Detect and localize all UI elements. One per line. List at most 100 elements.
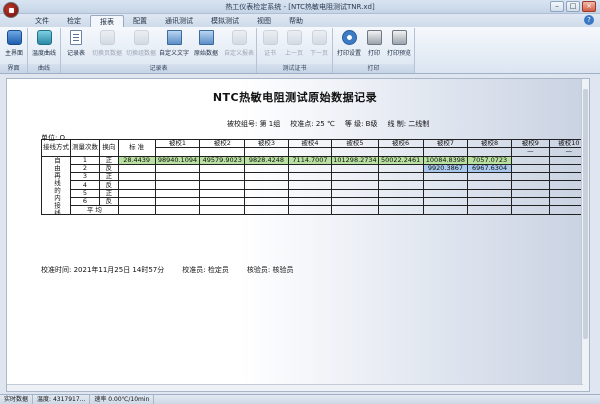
cell-value[interactable] — [199, 163, 246, 174]
cell-value[interactable]: 6967.6304 — [467, 163, 512, 174]
cell-value[interactable] — [331, 180, 379, 190]
menu-calibrate[interactable]: 检定 — [58, 15, 90, 27]
cell-value[interactable] — [154, 180, 201, 190]
cell-value[interactable] — [331, 172, 379, 182]
cell-value[interactable] — [331, 197, 379, 207]
wiring-label: 自由再线的内接线 — [41, 155, 71, 215]
cell-value[interactable] — [331, 188, 379, 199]
cell-value[interactable] — [244, 188, 289, 199]
header-sub-5 — [331, 147, 379, 157]
cell-value[interactable] — [422, 172, 469, 182]
custom-text-button[interactable]: 自定义文字 — [158, 29, 190, 63]
cell-value[interactable] — [377, 172, 424, 182]
row-count: 1 — [70, 155, 100, 165]
cell-value[interactable] — [199, 180, 246, 190]
menu-view[interactable]: 视图 — [248, 15, 280, 27]
cell-value[interactable] — [510, 163, 550, 174]
cell-value[interactable] — [287, 188, 333, 199]
cell-value[interactable] — [377, 180, 424, 190]
maximize-button[interactable]: □ — [566, 1, 580, 12]
cell-value[interactable] — [422, 180, 469, 190]
print-preview-button[interactable]: 打印预览 — [384, 29, 414, 63]
menu-help[interactable]: 帮助 — [280, 15, 312, 27]
menu-comm-test[interactable]: 通讯测试 — [156, 15, 202, 27]
cell-value[interactable] — [467, 180, 512, 190]
standard-value[interactable] — [117, 172, 156, 182]
custom-report-button[interactable]: 自定义报表 — [222, 29, 256, 63]
scroll-thumb[interactable] — [583, 89, 588, 339]
average-cell — [331, 205, 379, 215]
cell-value[interactable] — [154, 163, 201, 174]
cell-value[interactable] — [510, 172, 550, 182]
menu-file[interactable]: 文件 — [26, 15, 58, 27]
certificate-button[interactable]: 证书 — [259, 29, 281, 63]
cell-value[interactable] — [377, 197, 424, 207]
menu-sim-test[interactable]: 模拟测试 — [202, 15, 248, 27]
cell-value[interactable] — [510, 197, 550, 207]
standard-value[interactable]: 28.4439 — [117, 155, 156, 165]
cell-value[interactable]: 50022.2461 — [377, 155, 424, 165]
cell-value[interactable]: 101298.2734 — [331, 155, 379, 165]
cell-value[interactable] — [377, 188, 424, 199]
cell-value[interactable] — [154, 172, 201, 182]
standard-value[interactable] — [117, 188, 156, 199]
cell-value[interactable]: 9828.4248 — [244, 155, 289, 165]
cell-value[interactable] — [244, 197, 289, 207]
cell-value[interactable]: 49579.9023 — [199, 155, 246, 165]
print-settings-button[interactable]: 打印设置 — [334, 29, 364, 63]
cell-value[interactable]: 7057.0723 — [467, 155, 512, 165]
header-dut-4: 被校4 — [287, 138, 333, 149]
minimize-button[interactable]: – — [550, 1, 564, 12]
next-page-button[interactable]: 下一页 — [307, 29, 331, 63]
average-cell — [377, 205, 424, 215]
print-button[interactable]: 打印 — [364, 29, 384, 63]
cell-value[interactable] — [244, 180, 289, 190]
cell-value[interactable] — [244, 163, 289, 174]
raw-data-button[interactable]: 原始数据 — [190, 29, 222, 63]
standard-value[interactable] — [117, 180, 156, 190]
menu-report[interactable]: 报表 — [90, 15, 124, 27]
cell-value[interactable] — [154, 197, 201, 207]
cell-value[interactable] — [331, 163, 379, 174]
cell-value[interactable] — [510, 188, 550, 199]
cell-value[interactable] — [199, 188, 246, 199]
close-button[interactable]: × — [582, 1, 596, 12]
cell-value[interactable] — [422, 188, 469, 199]
cell-value[interactable] — [199, 197, 246, 207]
cell-value[interactable] — [467, 197, 512, 207]
cell-value[interactable]: 7114.7007 — [287, 155, 333, 165]
temp-curve-button[interactable]: 温度曲线 — [30, 29, 58, 63]
cell-value[interactable] — [510, 155, 550, 165]
cell-value[interactable] — [199, 172, 246, 182]
cell-value[interactable] — [467, 188, 512, 199]
cell-value[interactable] — [377, 163, 424, 174]
prev-page-button[interactable]: 上一页 — [282, 29, 306, 63]
switch-group-data-button[interactable]: 切换组数据 — [124, 29, 158, 63]
vertical-scrollbar[interactable] — [581, 79, 589, 391]
cell-value[interactable] — [422, 197, 469, 207]
average-cell — [244, 205, 289, 215]
cell-value[interactable]: 10084.8398 — [422, 155, 469, 165]
record-table-button[interactable]: 记录表 — [62, 29, 90, 63]
cell-value[interactable] — [467, 172, 512, 182]
average-standard — [117, 205, 156, 215]
cell-value[interactable] — [287, 180, 333, 190]
menu-config[interactable]: 配置 — [124, 15, 156, 27]
standard-value[interactable] — [117, 197, 156, 207]
cell-value[interactable] — [510, 180, 550, 190]
cell-value[interactable] — [287, 197, 333, 207]
cell-value[interactable]: 98940.1094 — [154, 155, 201, 165]
main-ui-button[interactable]: 主界面 — [0, 29, 28, 63]
switch-page-data-button[interactable]: 切换页数据 — [90, 29, 124, 63]
cell-value[interactable] — [154, 188, 201, 199]
cell-value[interactable] — [287, 163, 333, 174]
cell-value[interactable]: 9920.3867 — [422, 163, 469, 174]
help-icon[interactable]: ? — [584, 15, 594, 25]
raw-data-table: 接线方式 测量次数 换向标 准被校1 被校2 被校3 被校4 被校5 被校6 被校7 被校8 被校9… — [41, 138, 590, 215]
standard-value[interactable] — [117, 163, 156, 174]
app-logo-icon[interactable] — [3, 2, 19, 18]
cell-value[interactable] — [287, 172, 333, 182]
header-dut-7: 被校7 — [422, 138, 469, 149]
cell-value[interactable] — [244, 172, 289, 182]
horizontal-scrollbar[interactable] — [7, 384, 583, 391]
